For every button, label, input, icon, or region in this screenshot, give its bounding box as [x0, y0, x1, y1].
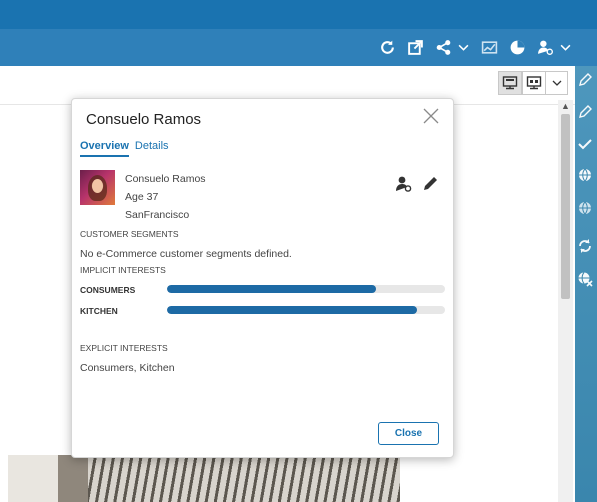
interest-label-kitchen: KITCHEN [80, 306, 118, 316]
profile-location: SanFrancisco [125, 209, 190, 221]
desktop-split-icon[interactable] [522, 71, 546, 95]
globe-icon[interactable] [577, 167, 595, 185]
edit-pencil-icon[interactable] [421, 175, 441, 193]
explicit-interests-label: EXPLICIT INTERESTS [80, 343, 168, 353]
chevron-down-icon[interactable] [559, 34, 571, 62]
edit-pen-icon[interactable] [577, 104, 595, 122]
tab-details[interactable]: Details [135, 140, 169, 157]
checkmark-icon[interactable] [577, 136, 595, 154]
dialog-tabs: Overview Details [80, 140, 169, 157]
customer-segments-label: CUSTOMER SEGMENTS [80, 229, 179, 239]
right-tool-rail [575, 66, 597, 502]
user-link-icon[interactable] [395, 175, 415, 193]
pie-chart-icon[interactable] [503, 34, 531, 62]
profile-name: Consuelo Ramos [125, 173, 206, 185]
interest-bar-fill [167, 306, 418, 314]
main-toolbar [0, 29, 597, 66]
customer-segments-text: No e-Commerce customer segments defined. [80, 248, 292, 260]
scroll-up-arrow-icon[interactable]: ▲ [558, 100, 573, 112]
close-button[interactable]: Close [378, 422, 439, 445]
globe-icon[interactable] [577, 200, 595, 218]
chevron-down-icon[interactable] [546, 71, 568, 95]
customer-profile-dialog: Consuelo Ramos Overview Details Consuelo… [71, 98, 454, 458]
interest-bar-kitchen [167, 306, 445, 314]
analytics-icon[interactable] [475, 34, 503, 62]
vertical-scrollbar[interactable]: ▲ [558, 100, 573, 502]
interest-label-consumers: CONSUMERS [80, 285, 136, 295]
photo-stripes [88, 455, 400, 502]
device-view-toggle [498, 71, 568, 95]
profile-age: Age 37 [125, 191, 159, 203]
edit-pen-icon[interactable] [577, 72, 595, 90]
top-app-bar [0, 0, 597, 29]
avatar-face [92, 179, 103, 193]
interest-bar-fill [167, 285, 376, 293]
background-image [8, 455, 400, 502]
scroll-thumb[interactable] [561, 114, 570, 299]
desktop-preview-icon[interactable] [498, 71, 522, 95]
refresh-icon[interactable] [373, 34, 401, 62]
explicit-interests-text: Consumers, Kitchen [80, 362, 175, 374]
tab-overview[interactable]: Overview [80, 140, 129, 157]
sync-icon[interactable] [577, 238, 595, 256]
implicit-interests-label: IMPLICIT INTERESTS [80, 265, 166, 275]
user-settings-icon[interactable] [531, 34, 559, 62]
interest-bar-consumers [167, 285, 445, 293]
share-icon[interactable] [429, 34, 457, 62]
open-external-icon[interactable] [401, 34, 429, 62]
chevron-down-icon[interactable] [457, 34, 469, 62]
photo-shadow [58, 455, 88, 502]
globe-x-icon[interactable] [577, 271, 595, 289]
close-icon[interactable] [421, 106, 441, 126]
dialog-title: Consuelo Ramos [86, 111, 202, 128]
avatar [80, 170, 115, 205]
